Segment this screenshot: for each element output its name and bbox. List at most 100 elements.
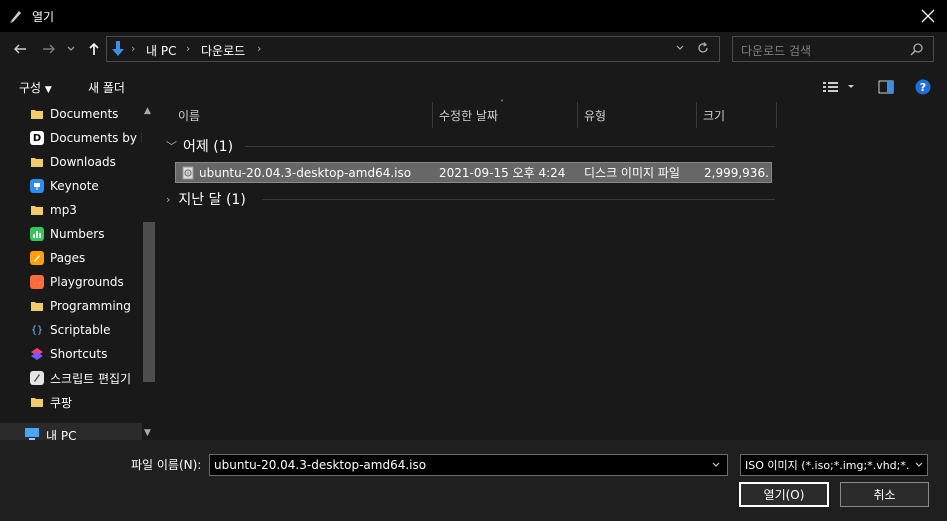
breadcrumb-separator-icon: › [257, 42, 262, 55]
sidebar-item-playgrounds[interactable]: Playgrounds [30, 271, 142, 293]
sidebar-item-coupang[interactable]: 쿠팡 [30, 391, 142, 413]
swift-icon [30, 275, 44, 289]
group-label: 어제 (1) [183, 139, 234, 155]
new-folder-button[interactable]: 새 폴더 [88, 79, 125, 96]
help-icon: ? [915, 79, 931, 95]
search-icon[interactable] [910, 42, 924, 59]
forward-button[interactable] [38, 38, 60, 60]
sidebar-item-script-editor[interactable]: 스크립트 편집기 [30, 367, 142, 389]
address-bar[interactable] [106, 36, 720, 62]
file-list [160, 102, 947, 438]
preview-pane-icon [878, 80, 894, 94]
folder-icon [30, 107, 44, 121]
file-type: 디스크 이미지 파일 [584, 166, 680, 180]
chevron-down-icon: ▼ [44, 85, 52, 95]
file-modified: 2021-09-15 오후 4:24 [439, 166, 566, 180]
sidebar-item-label: Programming [50, 299, 131, 313]
sidebar-item-shortcuts[interactable]: Shortcuts [30, 343, 142, 365]
sidebar-item-pages[interactable]: Pages [30, 247, 142, 269]
recent-locations-button[interactable] [63, 38, 79, 60]
close-icon [921, 9, 935, 23]
sidebar-item-label: 스크립트 편집기 [50, 371, 132, 386]
filter-dropdown-button[interactable] [914, 459, 924, 473]
column-header-name[interactable]: 이름 [172, 102, 433, 128]
sidebar-item-label: Playgrounds [50, 275, 124, 289]
up-button[interactable] [83, 38, 105, 60]
window-title: 열기 [32, 10, 55, 24]
address-dropdown-button[interactable] [675, 42, 685, 56]
file-type-filter[interactable]: ISO 이미지 (*.iso;*.img;*.vhd;*. [740, 454, 928, 476]
organize-button[interactable]: 구성 ▼ [19, 79, 52, 96]
shortcuts-icon [30, 347, 44, 361]
help-button[interactable]: ? [915, 79, 931, 98]
column-header-type[interactable]: 유형 [578, 102, 697, 128]
sidebar-scroll-thumb[interactable] [143, 222, 155, 382]
sidebar-item-downloads[interactable]: Downloads [30, 151, 142, 173]
sidebar-item-label: Documents by R [50, 131, 142, 145]
command-bar [0, 72, 947, 102]
sidebar-item-documents-by-r[interactable]: D Documents by R [30, 127, 142, 149]
chevron-down-icon [915, 462, 923, 467]
preview-pane-button[interactable] [878, 80, 894, 97]
code-icon: {} [30, 324, 44, 336]
file-size: 2,999,936... [704, 165, 770, 180]
back-button[interactable] [9, 38, 31, 60]
refresh-button[interactable] [696, 41, 710, 58]
arrow-left-icon [14, 44, 26, 54]
column-header-size[interactable]: 크기 [697, 102, 777, 128]
title-bar [0, 0, 947, 32]
chevron-down-icon [712, 462, 720, 467]
folder-icon [30, 299, 44, 313]
svg-text:?: ? [920, 81, 926, 94]
sidebar-item-keynote[interactable]: Keynote [30, 175, 142, 197]
close-button[interactable] [916, 4, 940, 28]
folder-icon [30, 395, 44, 409]
sidebar-item-numbers[interactable]: Numbers [30, 223, 142, 245]
group-header-yesterday[interactable]: ﹀ 어제 (1) [166, 136, 233, 156]
pages-icon [30, 251, 44, 265]
sidebar-item-scriptable[interactable]: {} Scriptable [30, 319, 142, 341]
pen-icon [8, 8, 24, 24]
keynote-icon [30, 179, 44, 193]
filename-value: ubuntu-20.04.3-desktop-amd64.iso [214, 458, 427, 472]
organize-label: 구성 [19, 81, 42, 95]
numbers-icon [30, 227, 44, 241]
file-row[interactable]: ubuntu-20.04.3-desktop-amd64.iso 2021-09… [175, 162, 772, 183]
sidebar-item-label: Documents [50, 107, 119, 121]
sidebar-item-mp3[interactable]: mp3 [30, 199, 142, 221]
group-divider [245, 146, 775, 147]
sidebar-item-programming[interactable]: Programming [30, 295, 142, 317]
breadcrumb-this-pc[interactable]: 내 PC [146, 42, 176, 59]
download-arrow-icon [110, 40, 126, 61]
open-button[interactable]: 열기(O) [739, 482, 829, 507]
sidebar-item-label: Keynote [50, 179, 99, 193]
group-header-last-month[interactable]: › 지난 달 (1) [166, 189, 246, 209]
column-header-modified[interactable]: 수정한 날짜 [433, 102, 578, 128]
sidebar-item-label: Pages [50, 251, 86, 265]
arrow-right-icon [43, 44, 55, 54]
sidebar-item-label: mp3 [50, 203, 77, 217]
arrow-up-icon [89, 42, 99, 55]
file-name: ubuntu-20.04.3-desktop-amd64.iso [199, 165, 412, 180]
scroll-up-icon[interactable]: ▲ [144, 106, 151, 116]
chevron-right-icon: › [166, 192, 171, 206]
scroll-down-icon[interactable]: ▼ [144, 428, 151, 438]
d-app-icon: D [30, 131, 44, 145]
breadcrumb-separator-icon: › [131, 42, 136, 55]
sort-indicator-icon: ˅ [500, 99, 504, 108]
sidebar-item-documents[interactable]: Documents [30, 103, 142, 125]
breadcrumb-downloads[interactable]: 다운로드 [201, 42, 245, 59]
dialog-footer [0, 440, 947, 521]
sidebar-item-label: 쿠팡 [50, 395, 73, 410]
chevron-down-icon [67, 46, 75, 51]
chevron-down-icon [676, 45, 684, 50]
filename-label: 파일 이름(N): [131, 458, 202, 472]
cancel-button[interactable]: 취소 [840, 482, 929, 507]
sidebar-item-label: Numbers [50, 227, 105, 241]
filename-history-button[interactable] [711, 459, 721, 473]
script-editor-icon [30, 371, 44, 385]
filename-input[interactable]: ubuntu-20.04.3-desktop-amd64.iso [209, 454, 728, 476]
search-placeholder: 다운로드 검색 [741, 44, 812, 58]
view-options-button[interactable] [822, 80, 860, 97]
folder-icon [30, 155, 44, 169]
